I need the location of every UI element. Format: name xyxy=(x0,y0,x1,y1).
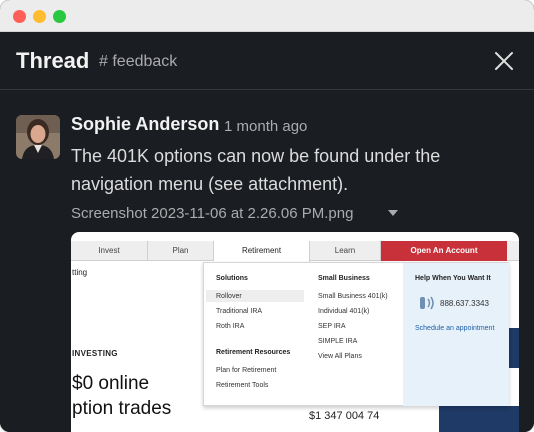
minimize-window-button[interactable] xyxy=(33,10,46,23)
preview-dropdown: Solutions Rollover Traditional IRA Roth … xyxy=(203,262,509,406)
message-timestamp[interactable]: 1 month ago xyxy=(224,118,307,135)
zoom-window-button[interactable] xyxy=(53,10,66,23)
thread-header: Thread # feedback xyxy=(0,32,534,90)
preview-item: SIMPLE IRA xyxy=(318,338,358,345)
preview-decoration xyxy=(439,406,519,432)
preview-tab-active: Retirement xyxy=(214,241,310,262)
preview-heading: Solutions xyxy=(216,275,248,282)
message-text: The 401K options can now be found under … xyxy=(71,146,441,194)
preview-nav-bar: Invest Plan Retirement Learn Open An Acc… xyxy=(71,241,519,262)
preview-item: Individual 401(k) xyxy=(318,308,370,315)
close-thread-button[interactable] xyxy=(492,49,516,73)
preview-text: $1 347 004 74 xyxy=(309,410,380,422)
preview-phone: 888.637.3343 xyxy=(440,299,489,308)
preview-item: SEP IRA xyxy=(318,323,346,330)
preview-text: $0 online xyxy=(72,373,150,394)
preview-schedule-link: Schedule an appointment xyxy=(415,325,495,332)
preview-item: Plan for Retirement xyxy=(216,367,277,374)
preview-open-account: Open An Account xyxy=(381,241,507,261)
attachment-preview[interactable]: Invest Plan Retirement Learn Open An Acc… xyxy=(71,232,519,432)
preview-item: Retirement Tools xyxy=(216,382,269,389)
preview-item: Small Business 401(k) xyxy=(318,293,388,300)
preview-text: ption trades xyxy=(72,398,172,419)
preview-item: Roth IRA xyxy=(216,323,245,330)
preview-heading: Retirement Resources xyxy=(216,349,291,356)
preview-item: Rollover xyxy=(216,293,242,300)
author-name[interactable]: Sophie Anderson xyxy=(71,114,219,135)
close-icon xyxy=(495,52,513,70)
preview-tab: Plan xyxy=(148,241,214,261)
avatar[interactable] xyxy=(16,115,60,159)
thread-title: Thread xyxy=(16,48,90,73)
preview-heading: Help When You Want It xyxy=(415,275,491,282)
channel-link[interactable]: # feedback xyxy=(99,53,177,71)
preview-heading: Small Business xyxy=(318,275,370,282)
attachment-name[interactable]: Screenshot 2023-11-06 at 2.26.06 PM.png xyxy=(71,205,353,222)
chevron-down-icon[interactable] xyxy=(388,210,398,216)
message: Sophie Anderson 1 month ago The 401K opt… xyxy=(0,92,534,432)
preview-text: tting xyxy=(72,268,88,277)
phone-icon xyxy=(420,296,434,310)
preview-help-panel: Help When You Want It 888.637.3343 Sched… xyxy=(403,263,509,406)
window-titlebar xyxy=(0,0,534,32)
avatar-image xyxy=(16,115,60,159)
preview-tab: Learn xyxy=(310,241,381,261)
preview-item: View All Plans xyxy=(318,353,362,360)
preview-item: Traditional IRA xyxy=(216,308,263,315)
preview-tab: Invest xyxy=(71,241,148,261)
close-window-button[interactable] xyxy=(13,10,26,23)
thread-window: Thread # feedback Sophie Anderson 1 mont… xyxy=(0,0,534,432)
preview-text: INVESTING xyxy=(72,349,118,358)
